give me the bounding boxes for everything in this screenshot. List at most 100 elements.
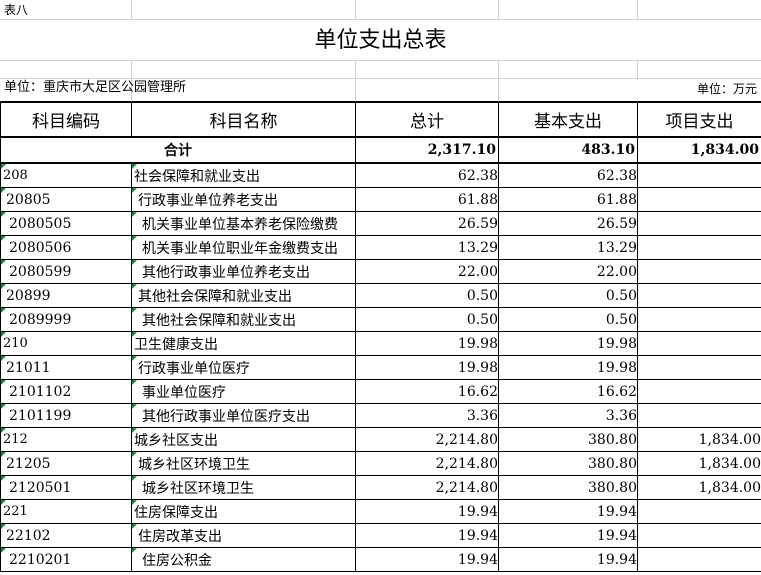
cell-project[interactable] bbox=[637, 235, 761, 260]
cell-total[interactable]: 62.38 bbox=[355, 162, 499, 188]
header-project[interactable]: 项目支出 bbox=[637, 101, 761, 138]
cell-basic[interactable]: 61.88 bbox=[498, 187, 638, 212]
cell-total[interactable]: 26.59 bbox=[355, 211, 499, 236]
cell-basic[interactable]: 19.98 bbox=[498, 331, 638, 356]
cell-total-text: 0.50 bbox=[466, 287, 498, 304]
cell-code[interactable]: 2080599 bbox=[0, 259, 132, 284]
summary-total[interactable]: 2,317.10 bbox=[355, 136, 499, 164]
cell-project[interactable] bbox=[637, 283, 761, 308]
cell-basic[interactable]: 19.94 bbox=[498, 523, 638, 548]
cell-project[interactable] bbox=[637, 307, 761, 332]
cell-basic-text: 22.00 bbox=[596, 263, 637, 280]
text-format-marker-icon bbox=[132, 212, 137, 217]
cell-total[interactable]: 22.00 bbox=[355, 259, 499, 284]
cell-basic[interactable]: 0.50 bbox=[498, 283, 638, 308]
cell-basic[interactable]: 380.80 bbox=[498, 451, 638, 476]
cell-project[interactable] bbox=[637, 331, 761, 356]
cell-project[interactable]: 1,834.00 bbox=[637, 451, 761, 476]
cell-code[interactable]: 20899 bbox=[0, 283, 132, 308]
summary-project[interactable]: 1,834.00 bbox=[637, 136, 761, 164]
cell-name[interactable]: 其他行政事业单位医疗支出 bbox=[131, 403, 356, 428]
cell-code[interactable]: 22102 bbox=[0, 523, 132, 548]
cell-name[interactable]: 机关事业单位基本养老保险缴费 bbox=[131, 211, 356, 236]
cell-total[interactable]: 19.94 bbox=[355, 523, 499, 548]
cell-name[interactable]: 机关事业单位职业年金缴费支出 bbox=[131, 235, 356, 260]
cell-total[interactable]: 0.50 bbox=[355, 307, 499, 332]
cell-total[interactable]: 2,214.80 bbox=[355, 475, 499, 500]
cell-project[interactable] bbox=[637, 403, 761, 428]
cell-project[interactable] bbox=[637, 259, 761, 284]
cell-name[interactable]: 行政事业单位养老支出 bbox=[131, 187, 356, 212]
header-basic[interactable]: 基本支出 bbox=[498, 101, 638, 138]
cell-name[interactable]: 其他社会保障和就业支出 bbox=[131, 283, 356, 308]
header-total[interactable]: 总计 bbox=[355, 101, 499, 138]
cell-code[interactable]: 221 bbox=[0, 499, 132, 524]
cell-code[interactable]: 21011 bbox=[0, 355, 132, 380]
cell-basic[interactable]: 19.98 bbox=[498, 355, 638, 380]
cell-code[interactable]: 210 bbox=[0, 331, 132, 356]
cell-basic[interactable]: 19.94 bbox=[498, 547, 638, 572]
cell-total[interactable]: 2,214.80 bbox=[355, 427, 499, 452]
cell-project[interactable] bbox=[637, 523, 761, 548]
cell-name[interactable]: 行政事业单位医疗 bbox=[131, 355, 356, 380]
cell-total[interactable]: 0.50 bbox=[355, 283, 499, 308]
cell-code[interactable]: 2080506 bbox=[0, 235, 132, 260]
cell-project[interactable] bbox=[637, 162, 761, 188]
cell-code[interactable]: 208 bbox=[0, 162, 132, 188]
cell-basic[interactable]: 3.36 bbox=[498, 403, 638, 428]
cell-basic[interactable]: 19.94 bbox=[498, 499, 638, 524]
header-code[interactable]: 科目编码 bbox=[0, 101, 132, 138]
cell-code[interactable]: 2101199 bbox=[0, 403, 132, 428]
cell-name[interactable]: 住房保障支出 bbox=[131, 499, 356, 524]
cell-total[interactable]: 19.94 bbox=[355, 499, 499, 524]
cell-name[interactable]: 其他行政事业单位养老支出 bbox=[131, 259, 356, 284]
cell-project[interactable]: 1,834.00 bbox=[637, 475, 761, 500]
cell-total[interactable]: 16.62 bbox=[355, 379, 499, 404]
cell-basic[interactable]: 22.00 bbox=[498, 259, 638, 284]
cell-name[interactable]: 住房公积金 bbox=[131, 547, 356, 572]
cell-name[interactable]: 城乡社区环境卫生 bbox=[131, 475, 356, 500]
cell-code[interactable]: 2210201 bbox=[0, 547, 132, 572]
cell-name[interactable]: 其他社会保障和就业支出 bbox=[131, 307, 356, 332]
cell-code[interactable]: 2101102 bbox=[0, 379, 132, 404]
cell-total[interactable]: 19.98 bbox=[355, 355, 499, 380]
cell-basic[interactable]: 380.80 bbox=[498, 475, 638, 500]
cell-code[interactable]: 2089999 bbox=[0, 307, 132, 332]
cell-code[interactable]: 212 bbox=[0, 427, 132, 452]
cell-project[interactable] bbox=[637, 211, 761, 236]
cell-code[interactable]: 2080505 bbox=[0, 211, 132, 236]
cell-basic[interactable]: 26.59 bbox=[498, 211, 638, 236]
cell-name[interactable]: 城乡社区支出 bbox=[131, 427, 356, 452]
cell-basic[interactable]: 380.80 bbox=[498, 427, 638, 452]
text-format-marker-icon bbox=[1, 212, 6, 217]
cell-code[interactable]: 21205 bbox=[0, 451, 132, 476]
cell-project[interactable] bbox=[637, 379, 761, 404]
cell-total[interactable]: 13.29 bbox=[355, 235, 499, 260]
cell-total[interactable]: 2,214.80 bbox=[355, 451, 499, 476]
header-name[interactable]: 科目名称 bbox=[131, 101, 356, 138]
cell-code[interactable]: 20805 bbox=[0, 187, 132, 212]
cell-project[interactable] bbox=[637, 499, 761, 524]
summary-basic[interactable]: 483.10 bbox=[498, 136, 638, 164]
cell-basic[interactable]: 62.38 bbox=[498, 162, 638, 188]
cell-total[interactable]: 19.94 bbox=[355, 547, 499, 572]
cell-name[interactable]: 城乡社区环境卫生 bbox=[131, 451, 356, 476]
cell-code-text: 2101199 bbox=[9, 407, 72, 424]
cell-total[interactable]: 61.88 bbox=[355, 187, 499, 212]
cell-code-text: 2210201 bbox=[9, 551, 72, 568]
cell-project[interactable]: 1,834.00 bbox=[637, 427, 761, 452]
cell-basic[interactable]: 16.62 bbox=[498, 379, 638, 404]
summary-label[interactable]: 合计 bbox=[0, 136, 356, 164]
cell-code[interactable]: 2120501 bbox=[0, 475, 132, 500]
cell-project[interactable] bbox=[637, 355, 761, 380]
cell-total[interactable]: 3.36 bbox=[355, 403, 499, 428]
cell-name[interactable]: 卫生健康支出 bbox=[131, 331, 356, 356]
cell-name[interactable]: 事业单位医疗 bbox=[131, 379, 356, 404]
cell-basic[interactable]: 0.50 bbox=[498, 307, 638, 332]
cell-project[interactable] bbox=[637, 187, 761, 212]
cell-name[interactable]: 社会保障和就业支出 bbox=[131, 162, 356, 188]
cell-name[interactable]: 住房改革支出 bbox=[131, 523, 356, 548]
cell-project[interactable] bbox=[637, 547, 761, 572]
cell-total[interactable]: 19.98 bbox=[355, 331, 499, 356]
cell-basic[interactable]: 13.29 bbox=[498, 235, 638, 260]
